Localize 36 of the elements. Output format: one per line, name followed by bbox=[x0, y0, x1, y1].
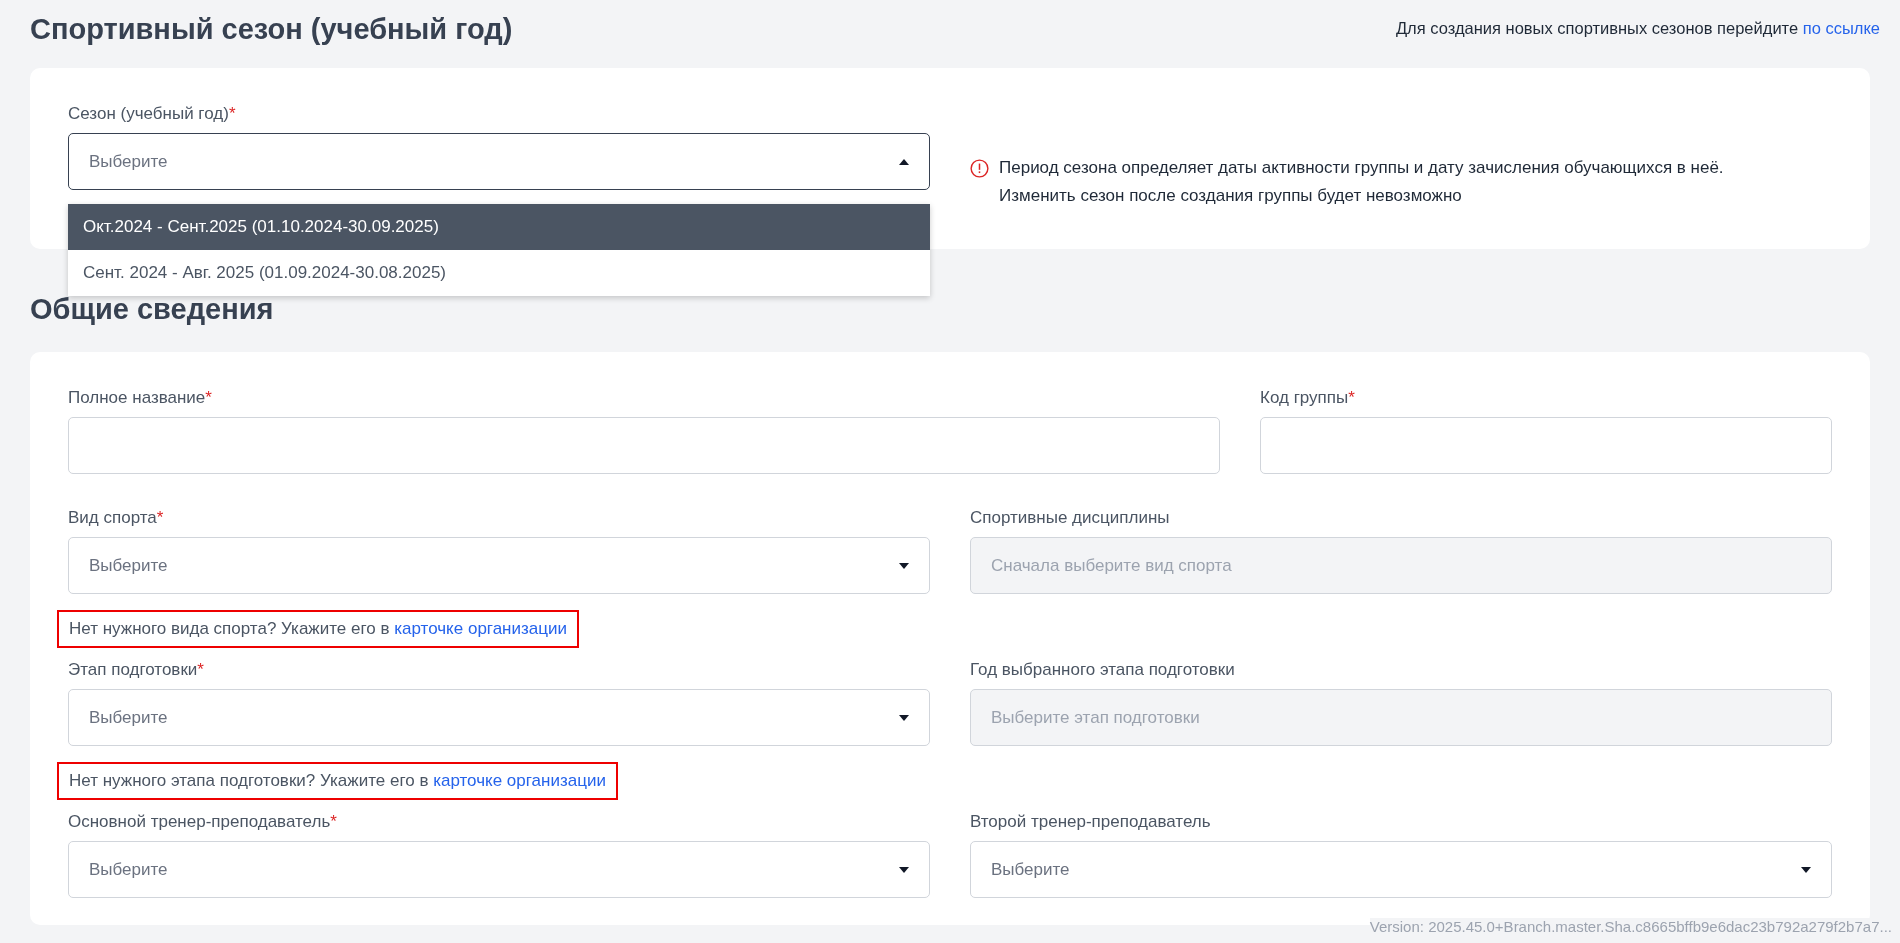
info-text: Период сезона определяет даты активности группы и дату зачисления обучающихся в неё. Изменить сезон после создания группы будет невозможно bbox=[999, 157, 1724, 207]
hint-text: Нет нужного вида спорта? Укажите его в карточке организации bbox=[57, 610, 579, 648]
caret-icon bbox=[899, 562, 909, 569]
field-label: Второй тренер-преподаватель bbox=[970, 812, 1211, 832]
field-label: Спортивные дисциплины bbox=[970, 508, 1170, 528]
field-label: Год выбранного этапа подготовки bbox=[970, 660, 1235, 680]
dropdown-option[interactable]: Сент. 2024 - Авг. 2025 (01.09.2024-30.08.2025) bbox=[68, 250, 930, 296]
text-field[interactable] bbox=[68, 417, 1220, 474]
select-dropdown[interactable]: Выберите bbox=[68, 133, 930, 190]
warning-icon bbox=[970, 159, 989, 178]
caret-icon bbox=[899, 158, 909, 165]
field-label: Сезон (учебный год)* bbox=[68, 104, 236, 124]
link[interactable]: по ссылке bbox=[1802, 19, 1880, 37]
text-field[interactable] bbox=[1260, 417, 1832, 474]
disabled-field: Выберите этап подготовки bbox=[970, 689, 1832, 746]
field-label: Основной тренер-преподаватель* bbox=[68, 812, 337, 832]
field-label: Полное название* bbox=[68, 388, 212, 408]
version-text: Version: 2025.45.0+Branch.master.Sha.c8665bffb9e6dac23b792a279f2b7a7... bbox=[1369, 918, 1892, 935]
select-dropdown[interactable]: Выберите bbox=[970, 841, 1832, 898]
select-dropdown[interactable]: Выберите bbox=[68, 689, 930, 746]
caret-icon bbox=[1801, 866, 1811, 873]
select-dropdown[interactable]: Выберите bbox=[68, 537, 930, 594]
disabled-field: Сначала выберите вид спорта bbox=[970, 537, 1832, 594]
section-title: Спортивный сезон (учебный год) bbox=[30, 12, 513, 46]
field-label: Вид спорта* bbox=[68, 508, 164, 528]
field-label: Этап подготовки* bbox=[68, 660, 204, 680]
hint-text: Нет нужного этапа подготовки? Укажите его в карточке организации bbox=[57, 762, 618, 800]
link[interactable]: карточке организации bbox=[394, 619, 567, 638]
section-title: Общие сведения bbox=[30, 293, 275, 326]
link-note: Для создания новых спортивных сезонов перейдите по ссылке bbox=[1395, 18, 1880, 38]
caret-icon bbox=[899, 866, 909, 873]
link[interactable]: карточке организации bbox=[433, 771, 606, 790]
dropdown-option[interactable]: Окт.2024 - Сент.2025 (01.10.2024-30.09.2025) bbox=[68, 204, 930, 250]
field-label: Код группы* bbox=[1260, 388, 1355, 408]
select-dropdown[interactable]: Выберите bbox=[68, 841, 930, 898]
caret-icon bbox=[899, 714, 909, 721]
